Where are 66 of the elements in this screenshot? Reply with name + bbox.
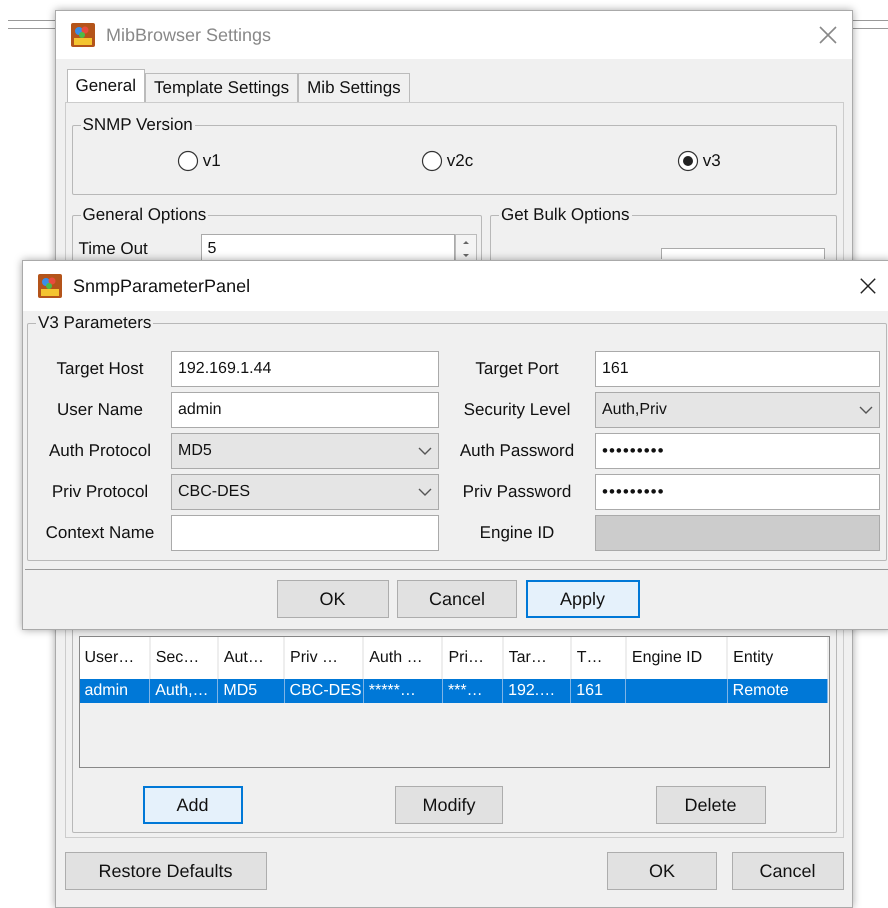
radio-icon[interactable] (676, 150, 698, 172)
button[interactable]: Apply (526, 580, 640, 618)
window-title: SnmpParameterPanel (73, 274, 252, 298)
table-cell: 161 (570, 679, 626, 703)
app-icon (37, 273, 63, 299)
input-field[interactable] (661, 248, 825, 259)
tab[interactable]: Mib Settings (298, 73, 410, 102)
button[interactable]: Restore Defaults (64, 852, 266, 890)
radio-option[interactable]: v1 (176, 148, 221, 174)
column-header[interactable]: Pri… (442, 637, 503, 679)
table-cell: Remote (727, 679, 828, 703)
column-header[interactable]: Priv … (284, 637, 364, 679)
chevron-icon (418, 446, 432, 456)
column-header[interactable]: User… (80, 637, 150, 679)
input-field[interactable]: ••••••••• (595, 433, 880, 469)
input-field[interactable]: admin (171, 392, 439, 428)
field-label: Context Name (44, 522, 156, 544)
field-label: Time Out (78, 238, 149, 260)
close-icon[interactable] (859, 277, 877, 295)
column-header[interactable]: Auth … (363, 637, 442, 679)
window-title: MibBrowser Settings (106, 24, 272, 47)
column-header[interactable]: Sec… (150, 637, 218, 679)
input-field[interactable] (171, 515, 439, 551)
column-header[interactable]: T… (570, 637, 626, 679)
table-cell: admin (80, 679, 150, 703)
field-label: Auth Protocol (48, 440, 152, 462)
table-cell: ***… (442, 679, 503, 703)
radio-icon[interactable] (176, 150, 198, 172)
radio-icon[interactable] (420, 150, 442, 172)
field-label: Priv Protocol (50, 481, 150, 503)
radio-option[interactable]: v2c (420, 148, 474, 174)
input-field[interactable]: 192.169.1.44 (171, 351, 439, 387)
field-label: Target Host (56, 358, 144, 380)
table-cell: 192.… (502, 679, 571, 703)
column-header[interactable]: Entity (727, 637, 828, 679)
radio-option[interactable]: v3 (676, 148, 721, 174)
tab[interactable]: General (66, 69, 145, 102)
field-label: Auth Password (458, 440, 576, 462)
button[interactable]: Delete (656, 786, 766, 824)
column-header[interactable]: Aut… (218, 637, 284, 679)
field-label: Target Port (474, 358, 560, 380)
column-header[interactable]: Tar… (502, 637, 571, 679)
column-header[interactable]: Engine ID (626, 637, 728, 679)
chevron-icon (418, 488, 432, 496)
input-field[interactable]: 161 (595, 351, 880, 387)
button[interactable]: Cancel (732, 852, 844, 890)
table-cell: Auth,… (150, 679, 218, 703)
chevron-icon (859, 406, 873, 414)
table-cell: CBC-DES (284, 679, 364, 703)
tab[interactable]: Template Settings (144, 73, 298, 102)
dropdown-field[interactable]: Auth,Priv (595, 392, 880, 428)
dropdown-field[interactable]: CBC-DES (171, 474, 439, 510)
table-cell: *****… (363, 679, 442, 703)
button[interactable]: OK (276, 580, 388, 618)
dropdown-field[interactable]: MD5 (171, 433, 439, 469)
field-label: Engine ID (478, 522, 556, 544)
input-field[interactable]: ••••••••• (595, 474, 880, 510)
field-label: Security Level (462, 399, 572, 421)
button[interactable]: Add (142, 786, 242, 824)
table-cell: MD5 (218, 679, 284, 703)
field-label: Priv Password (462, 481, 572, 503)
button[interactable]: Modify (395, 786, 503, 824)
app-icon (70, 22, 96, 48)
field-label: User Name (56, 399, 144, 421)
button[interactable]: Cancel (397, 580, 517, 618)
button[interactable]: OK (607, 852, 717, 890)
